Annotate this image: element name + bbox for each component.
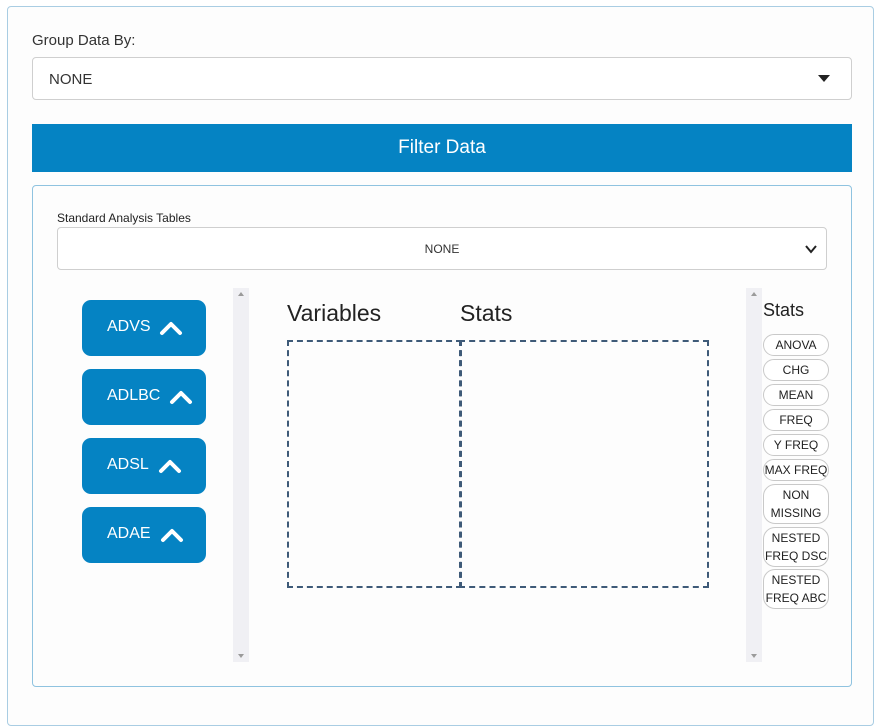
group-by-value: NONE (49, 71, 93, 88)
analysis-tables-select[interactable]: NONE (57, 227, 827, 270)
stats-panel-title: Stats (763, 300, 805, 320)
stat-chip-y-freq[interactable]: Y FREQ (763, 434, 829, 456)
dataset-button-adlbc[interactable]: ADLBC (82, 369, 206, 425)
caret-down-icon (818, 75, 830, 82)
variables-dropzone[interactable] (287, 340, 462, 588)
stat-chip-freq[interactable]: FREQ (763, 409, 829, 431)
scroll-down-icon[interactable] (238, 654, 244, 658)
dataset-button-adsl[interactable]: ADSL (82, 438, 206, 494)
stat-chip-anova[interactable]: ANOVA (763, 334, 829, 356)
stat-chip-chg[interactable]: CHG (763, 359, 829, 381)
dataset-button-adae[interactable]: ADAE (82, 507, 206, 563)
stat-chip-mean[interactable]: MEAN (763, 384, 829, 406)
chevron-down-icon (805, 245, 817, 254)
stats-scrollbar[interactable] (746, 288, 762, 662)
dataset-button-advs[interactable]: ADVS (82, 300, 206, 356)
datasets-scrollbar[interactable] (233, 288, 249, 662)
stat-chip-nested-freq-abc[interactable]: NESTED FREQ ABC (763, 569, 829, 609)
chevron-up-icon (160, 322, 182, 335)
stats-dropzone[interactable] (459, 340, 709, 588)
dataset-label: ADSL (107, 456, 149, 473)
group-by-select[interactable]: NONE (32, 57, 852, 100)
stats-heading: Stats (460, 300, 513, 326)
chevron-up-icon (161, 529, 183, 542)
chevron-up-icon (170, 391, 192, 404)
stat-chip-non-missing[interactable]: NON MISSING (763, 484, 829, 524)
scroll-down-icon[interactable] (751, 654, 757, 658)
dataset-label: ADAE (107, 525, 151, 542)
chevron-up-icon (159, 460, 181, 473)
scroll-up-icon[interactable] (238, 292, 244, 296)
dataset-label: ADLBC (107, 387, 161, 404)
filter-data-button[interactable]: Filter Data (32, 124, 852, 172)
variables-heading: Variables (287, 300, 382, 326)
group-by-label: Group Data By: (32, 32, 136, 49)
analysis-tables-value: NONE (424, 242, 460, 256)
stat-chip-nested-freq-dsc[interactable]: NESTED FREQ DSC (763, 527, 829, 567)
stat-chip-max-freq[interactable]: MAX FREQ (763, 459, 829, 481)
analysis-tables-label: Standard Analysis Tables (57, 211, 191, 225)
scroll-up-icon[interactable] (751, 292, 757, 296)
dataset-label: ADVS (107, 318, 151, 335)
